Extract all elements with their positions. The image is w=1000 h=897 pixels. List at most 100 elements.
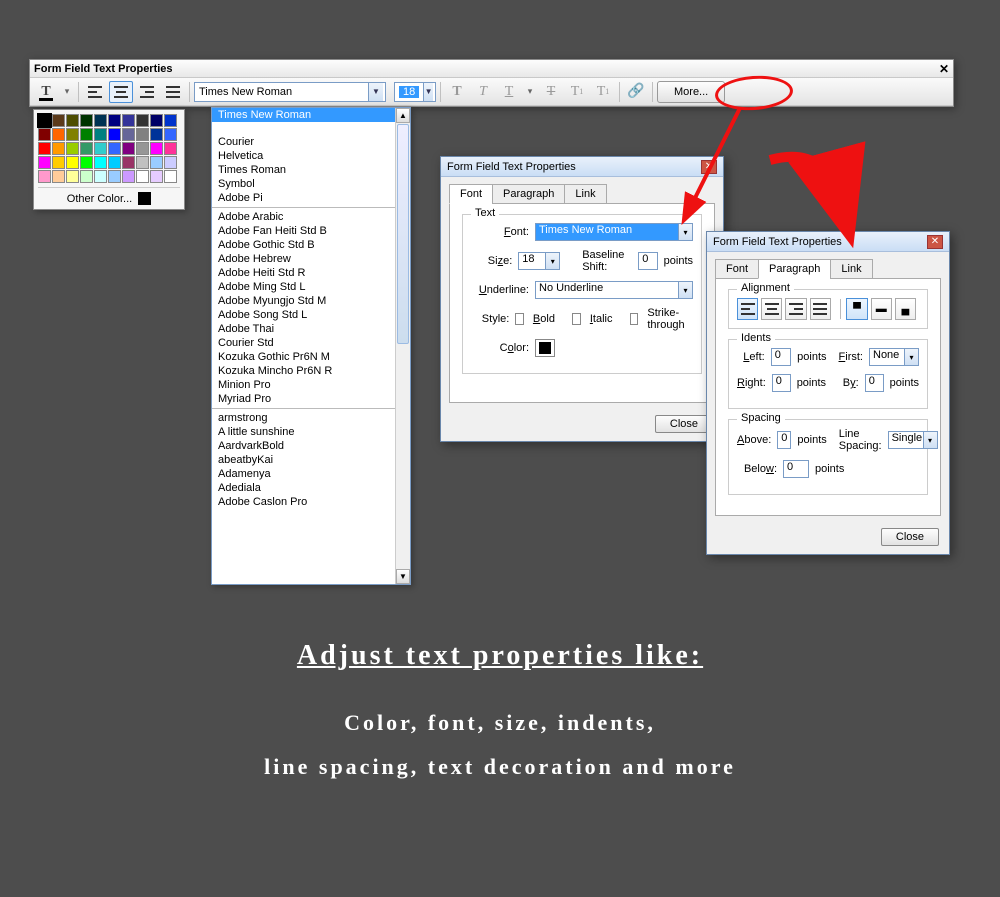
color-swatch[interactable] (66, 156, 79, 169)
color-swatch[interactable] (122, 114, 135, 127)
tab-paragraph[interactable]: Paragraph (492, 184, 565, 204)
color-swatch[interactable] (164, 114, 177, 127)
chevron-down-icon[interactable]: ▾ (546, 252, 560, 270)
close-icon[interactable]: ✕ (927, 235, 943, 249)
tab-font[interactable]: Font (449, 184, 493, 204)
other-color-swatch[interactable] (138, 192, 151, 205)
right-input[interactable]: 0 (772, 374, 791, 392)
font-option[interactable]: Adamenya (212, 467, 410, 481)
color-swatch[interactable] (38, 156, 51, 169)
color-swatch[interactable] (38, 128, 51, 141)
color-swatch[interactable] (122, 156, 135, 169)
font-option[interactable]: Adediala (212, 481, 410, 495)
text-color-dropdown-icon[interactable]: ▾ (60, 81, 74, 103)
scroll-up-icon[interactable]: ▲ (396, 108, 410, 123)
color-swatch[interactable] (94, 156, 107, 169)
color-swatch[interactable] (122, 128, 135, 141)
font-option[interactable]: Courier Std (212, 336, 410, 350)
color-swatch[interactable] (136, 170, 149, 183)
color-button[interactable] (535, 339, 555, 357)
close-button[interactable]: Close (881, 528, 939, 546)
font-option[interactable]: Adobe Myungjo Std M (212, 294, 410, 308)
font-option[interactable]: Courier (212, 135, 410, 149)
color-swatch[interactable] (38, 114, 51, 127)
underline-dropdown-icon[interactable]: ▾ (523, 81, 537, 103)
align-right-button[interactable] (785, 298, 806, 320)
color-swatch[interactable] (150, 114, 163, 127)
align-justify-button[interactable] (810, 298, 831, 320)
font-option[interactable]: abeatbyKai (212, 453, 410, 467)
tab-link[interactable]: Link (564, 184, 606, 204)
chevron-down-icon[interactable]: ▾ (679, 281, 693, 299)
italic-button[interactable]: T (471, 81, 495, 103)
font-select[interactable]: Times New Roman ▾ (535, 223, 693, 241)
font-option[interactable]: armstrong (212, 411, 410, 425)
close-button[interactable]: Close (655, 415, 713, 433)
font-option[interactable]: Kozuka Gothic Pr6N M (212, 350, 410, 364)
scroll-down-icon[interactable]: ▼ (396, 569, 410, 584)
color-swatch[interactable] (94, 114, 107, 127)
scrollbar[interactable]: ▲ ▼ (395, 108, 410, 584)
superscript-button[interactable]: T1 (565, 81, 589, 103)
color-swatch[interactable] (122, 170, 135, 183)
color-swatch[interactable] (150, 128, 163, 141)
color-swatch[interactable] (136, 156, 149, 169)
color-swatch[interactable] (164, 128, 177, 141)
color-swatch[interactable] (122, 142, 135, 155)
font-option[interactable]: Adobe Arabic (212, 210, 410, 224)
color-swatch[interactable] (108, 114, 121, 127)
size-select[interactable]: 18 ▾ (518, 252, 560, 270)
font-option[interactable]: Times Roman (212, 163, 410, 177)
close-icon[interactable]: ✕ (701, 160, 717, 174)
by-input[interactable]: 0 (865, 374, 884, 392)
left-input[interactable]: 0 (771, 348, 791, 366)
font-option[interactable]: Kozuka Mincho Pr6N R (212, 364, 410, 378)
italic-checkbox[interactable] (572, 313, 581, 325)
align-right-button[interactable] (135, 81, 159, 103)
font-option[interactable]: Times New Roman (212, 108, 410, 122)
color-swatch[interactable] (80, 128, 93, 141)
bold-button[interactable]: T (445, 81, 469, 103)
font-option[interactable]: Adobe Caslon Pro (212, 495, 410, 509)
font-option[interactable]: Adobe Thai (212, 322, 410, 336)
color-swatch[interactable] (150, 170, 163, 183)
align-center-button[interactable] (109, 81, 133, 103)
color-swatch[interactable] (136, 142, 149, 155)
bold-checkbox[interactable] (515, 313, 524, 325)
color-swatch[interactable] (52, 170, 65, 183)
font-option[interactable]: Adobe Pi (212, 191, 410, 205)
text-color-button[interactable]: T (34, 81, 58, 103)
size-combo[interactable]: 18 ▼ (394, 82, 436, 102)
color-swatch[interactable] (108, 142, 121, 155)
color-swatch[interactable] (52, 128, 65, 141)
valign-top-button[interactable]: ▀ (846, 298, 867, 320)
font-option[interactable]: Adobe Hebrew (212, 252, 410, 266)
color-swatch[interactable] (150, 156, 163, 169)
color-swatch[interactable] (108, 128, 121, 141)
font-dropdown-list[interactable]: Times New RomanCourierHelveticaTimes Rom… (211, 107, 411, 585)
chevron-down-icon[interactable]: ▾ (924, 431, 938, 449)
below-input[interactable]: 0 (783, 460, 809, 478)
color-swatch[interactable] (52, 114, 65, 127)
color-swatch[interactable] (66, 114, 79, 127)
font-option[interactable]: Adobe Song Std L (212, 308, 410, 322)
color-swatch[interactable] (108, 170, 121, 183)
font-combo[interactable]: Times New Roman ▼ (194, 82, 386, 102)
scroll-thumb[interactable] (397, 124, 409, 344)
first-select[interactable]: None ▾ (869, 348, 919, 366)
chevron-down-icon[interactable]: ▾ (679, 223, 693, 241)
font-option[interactable]: Adobe Heiti Std R (212, 266, 410, 280)
color-swatch[interactable] (66, 128, 79, 141)
font-option[interactable]: Myriad Pro (212, 392, 410, 406)
color-swatch[interactable] (164, 156, 177, 169)
link-icon[interactable]: 🔗 (624, 81, 648, 103)
chevron-down-icon[interactable]: ▼ (423, 83, 433, 101)
font-option[interactable]: A little sunshine (212, 425, 410, 439)
color-swatch[interactable] (80, 142, 93, 155)
font-option[interactable]: Adobe Gothic Std B (212, 238, 410, 252)
font-option[interactable]: Symbol (212, 177, 410, 191)
size-value[interactable]: 18 (518, 252, 546, 270)
color-swatch[interactable] (80, 114, 93, 127)
font-option[interactable]: Minion Pro (212, 378, 410, 392)
color-swatch[interactable] (66, 170, 79, 183)
